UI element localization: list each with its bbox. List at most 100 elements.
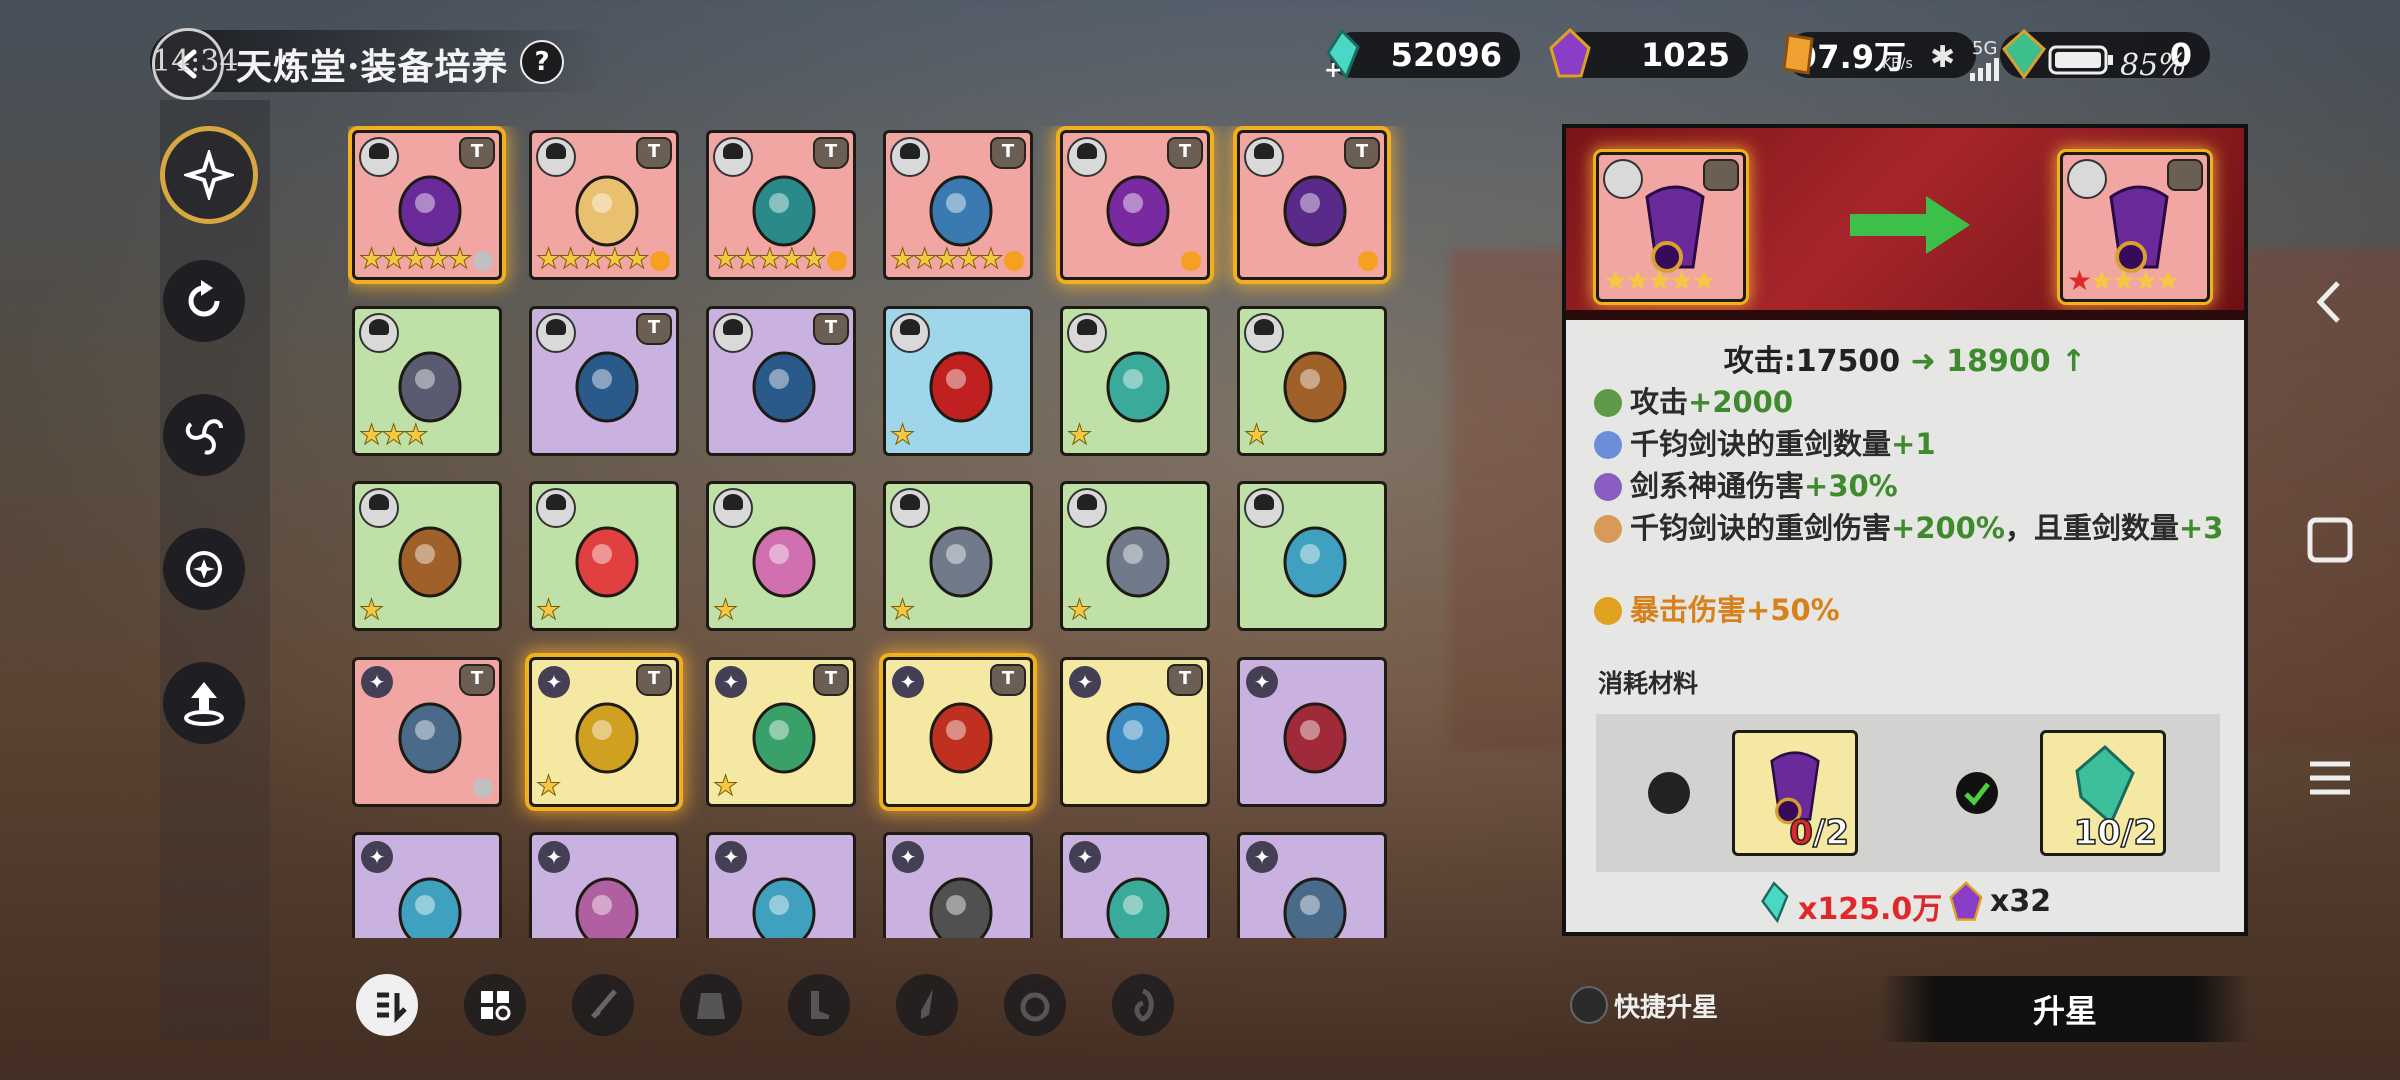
red-vest-icon [929, 351, 993, 422]
material-need: /2 [1812, 812, 1850, 853]
category-grid[interactable] [464, 974, 526, 1036]
fur-armor-icon [398, 351, 462, 422]
item-before: ★★★★★ [1596, 152, 1746, 302]
item-stars: ★★★★★ [536, 242, 650, 276]
long-sword-icon [398, 702, 462, 773]
equipment-slot[interactable]: ✦ [1237, 656, 1387, 807]
category-weapon[interactable] [896, 974, 958, 1036]
equipment-slot[interactable]: ★ [1237, 305, 1387, 456]
purple-fan-icon [2109, 185, 2169, 273]
stat-bonus: +1 [1891, 427, 1936, 461]
item-after: ★★★★★ [2060, 152, 2210, 302]
equipment-slot[interactable]: ★ [1060, 481, 1210, 631]
menu-icon [2310, 761, 2350, 795]
signal-icon [1968, 54, 2004, 89]
nav-refresh[interactable] [163, 260, 245, 342]
equipment-slot[interactable]: T ★★★★★ [352, 130, 502, 280]
equipment-slot[interactable]: ★ [883, 481, 1033, 631]
flame-icon [650, 251, 670, 271]
bead-necklace-icon [575, 175, 639, 247]
equipment-slot[interactable]: ★ [529, 481, 679, 631]
stat-name: 千钧剑诀的重剑伤害 [1630, 511, 1892, 545]
equipment-slot[interactable]: ✦ [706, 832, 856, 938]
nav-swirl[interactable] [163, 394, 245, 476]
equipment-slot[interactable]: T [1060, 130, 1210, 280]
square-icon [2307, 517, 2353, 563]
stat-line: 千钧剑诀的重剑伤害+200%，且重剑数量+3 [1594, 508, 2224, 548]
stat-suffix: ，且重剑数量 [2004, 511, 2179, 545]
help-button[interactable]: ? [520, 40, 564, 84]
equipment-slot[interactable]: ★ [706, 481, 856, 631]
equipment-slot[interactable]: ✦ T ★ [706, 656, 856, 807]
weapon-icon [921, 989, 933, 1019]
material-item-green-gem[interactable]: 10/2 [2040, 730, 2166, 856]
jade-crystal-icon: + [1314, 26, 1370, 82]
quick-upgrade-checkbox[interactable] [1570, 986, 1608, 1024]
equipment-slot[interactable]: ★ [1060, 305, 1210, 456]
equipment-slot[interactable]: T ★★★★★ [706, 130, 856, 280]
system-back-button[interactable] [2300, 272, 2360, 332]
equipment-slot[interactable]: ✦ [1237, 832, 1387, 938]
long-sword-icon [1283, 877, 1347, 938]
equipment-slot[interactable]: ✦ T [1060, 656, 1210, 807]
equipment-slot[interactable] [1237, 481, 1387, 631]
category-filter[interactable] [356, 974, 418, 1036]
armor-icon [697, 993, 725, 1019]
system-menu-button[interactable] [2300, 748, 2360, 808]
equipment-slot[interactable]: ✦ T [352, 656, 502, 807]
red-sword-icon [929, 702, 993, 773]
resource-purple-stone[interactable]: 1025 [1549, 28, 1748, 78]
equipment-slot[interactable]: T ★★★★★ [883, 130, 1033, 280]
equipment-slot[interactable]: ✦ [883, 832, 1033, 938]
item-stars: ★ [1243, 417, 1269, 451]
material-radio[interactable] [1648, 772, 1690, 814]
material-count: 10/2 [2073, 812, 2158, 853]
item-stars: ★ [535, 768, 561, 802]
equipment-slot[interactable]: ✦ [1060, 832, 1210, 938]
equipment-slot[interactable]: ✦ [529, 832, 679, 938]
equipment-slot[interactable]: T [1237, 130, 1387, 280]
jade-shoes-icon [752, 175, 816, 247]
quick-upgrade-label: 快捷升星 [1614, 992, 1719, 1023]
material-check[interactable] [1956, 772, 1998, 814]
equipment-slot[interactable]: T [529, 305, 679, 456]
up-arrow-icon: ↑ [2061, 344, 2087, 379]
item-stars: ★ [1066, 417, 1092, 451]
equipment-slot[interactable]: ✦ [352, 832, 502, 938]
category-armor[interactable] [680, 974, 742, 1036]
gold-crown-icon [575, 702, 639, 773]
purple-fan-icon [1645, 185, 1705, 273]
nav-cycle[interactable] [163, 528, 245, 610]
nav-upgrade[interactable] [163, 662, 245, 744]
category-boots[interactable] [788, 974, 850, 1036]
stat-line: 剑系神通伤害+30% [1594, 466, 2224, 506]
jade-crystal-icon [1761, 881, 1789, 924]
equipment-slot[interactable]: T ★★★★★ [529, 130, 679, 280]
category-ring[interactable] [1004, 974, 1066, 1036]
stat-dot-icon [1594, 515, 1622, 543]
stat-dot-icon [1594, 431, 1622, 459]
battery-icon [2048, 44, 2114, 84]
item-stars: ★★★★★ [359, 242, 473, 276]
swirl-icon [185, 419, 223, 455]
equipment-slot[interactable]: T [706, 305, 856, 456]
category-charm[interactable] [1112, 974, 1174, 1036]
equipment-slot[interactable]: ★ [352, 481, 502, 631]
item-stars: ★ [712, 768, 738, 802]
equipment-slot[interactable]: ✦ T ★ [529, 656, 679, 807]
blue-ribbon-icon [752, 877, 816, 938]
nav-sparkle[interactable] [160, 126, 258, 224]
material-item-purple-fan[interactable]: 0/2 [1732, 730, 1858, 856]
resource-value: 52096 [1390, 36, 1502, 74]
system-home-button[interactable] [2300, 510, 2360, 570]
item-stars: ★★★ [358, 417, 428, 451]
resource-jade-crystal[interactable]: + 52096 [1324, 29, 1520, 79]
attack-new: 18900 [1946, 344, 2051, 379]
equipment-slot[interactable]: ✦ T [883, 656, 1033, 807]
quick-upgrade-toggle[interactable]: 快捷升星 [1570, 986, 1718, 1024]
stat-name: 暴击伤害 [1630, 593, 1747, 627]
equipment-slot[interactable]: ★ [883, 305, 1033, 456]
equipment-slot[interactable]: ★★★ [352, 305, 502, 456]
upgrade-star-button[interactable]: 升星 [1880, 976, 2250, 1042]
category-sword[interactable] [572, 974, 634, 1036]
